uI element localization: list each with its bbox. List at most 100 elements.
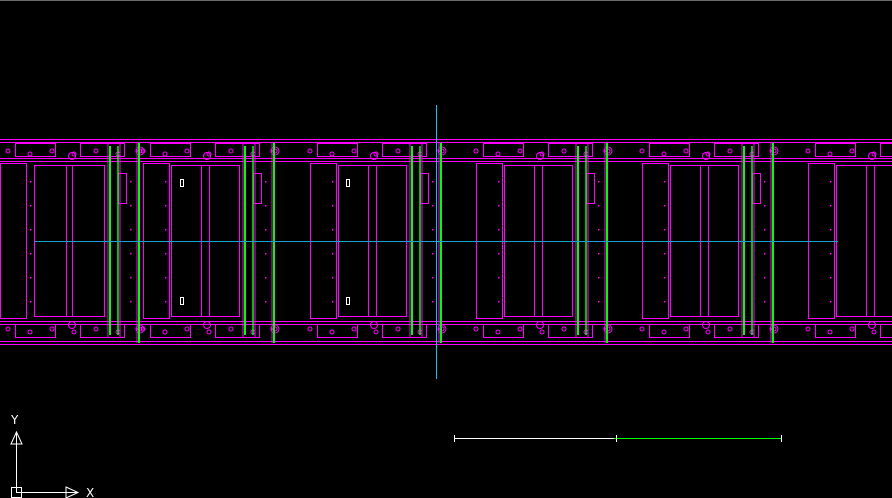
- bolt-hole: [518, 149, 522, 153]
- rivet-mark: [664, 301, 666, 303]
- cover-plate: [881, 144, 892, 157]
- rivet-mark: [598, 229, 600, 231]
- bay-4: [474, 143, 612, 343]
- rivet-mark: [764, 205, 766, 207]
- bolt-hole: [728, 327, 732, 331]
- rivet-mark: [432, 253, 434, 255]
- rivet-mark: [598, 253, 600, 255]
- rivet-mark: [265, 181, 267, 183]
- bolt-hole: [6, 327, 10, 331]
- bolt-hole: [828, 152, 832, 156]
- rivet-mark: [265, 205, 267, 207]
- cover-plate: [16, 325, 56, 338]
- rivet-mark: [598, 181, 600, 183]
- rivet-mark: [498, 277, 500, 279]
- rivet-mark: [498, 229, 500, 231]
- bolt-hole: [94, 149, 98, 153]
- rivet-mark: [498, 301, 500, 303]
- bolt-hole: [474, 327, 478, 331]
- bolt-hole: [308, 327, 312, 331]
- bolt-hole: [28, 330, 32, 334]
- rivet-mark: [30, 205, 32, 207]
- rivet-mark: [30, 301, 32, 303]
- bolt-hole: [207, 330, 211, 334]
- rivet-mark: [830, 181, 832, 183]
- rivet-mark: [764, 301, 766, 303]
- web-opening: [837, 166, 875, 317]
- rivet-mark: [332, 205, 334, 207]
- rivet-mark: [30, 253, 32, 255]
- dimension-line: [454, 435, 782, 442]
- rivet-mark: [764, 181, 766, 183]
- bolt-hole: [396, 327, 400, 331]
- cover-plate: [816, 325, 856, 338]
- rivet-mark: [498, 253, 500, 255]
- rivet-mark: [265, 253, 267, 255]
- bolt-hole: [828, 330, 832, 334]
- bolt-hole: [94, 327, 98, 331]
- rivet-mark: [830, 277, 832, 279]
- bay-2: [141, 143, 279, 343]
- rivet-mark: [432, 301, 434, 303]
- rivet-mark: [432, 277, 434, 279]
- bolt-hole: [540, 330, 544, 334]
- rivet-mark: [664, 229, 666, 231]
- cover-plate: [318, 325, 358, 338]
- rivet-mark: [830, 229, 832, 231]
- rivet-mark: [265, 301, 267, 303]
- rivet-mark: [664, 181, 666, 183]
- rivet-mark: [332, 229, 334, 231]
- ucs-axis-icon: Y X: [10, 413, 94, 498]
- web-opening: [867, 166, 892, 317]
- bolt-hole: [640, 327, 644, 331]
- bolt-hole: [50, 327, 54, 331]
- bolt-hole: [374, 330, 378, 334]
- rivet-mark: [332, 301, 334, 303]
- rivet-mark: [165, 277, 167, 279]
- bolt-hole: [562, 149, 566, 153]
- bolt-hole: [684, 149, 688, 153]
- rivet-mark: [332, 181, 334, 183]
- bolt-hole: [28, 152, 32, 156]
- bolt-hole: [850, 149, 854, 153]
- point-marker: [347, 180, 350, 187]
- cad-drawing-viewport[interactable]: Y X: [0, 0, 892, 497]
- bolt-hole: [330, 330, 334, 334]
- bolt-hole: [185, 327, 189, 331]
- rivet-mark: [130, 205, 132, 207]
- bolt-hole: [706, 330, 710, 334]
- rivet-mark: [165, 301, 167, 303]
- bolt-hole: [185, 149, 189, 153]
- rivet-mark: [332, 253, 334, 255]
- bolt-hole: [229, 327, 233, 331]
- rivet-mark: [830, 205, 832, 207]
- bolt-hole: [662, 330, 666, 334]
- rivet-mark: [130, 301, 132, 303]
- bolt-hole: [496, 330, 500, 334]
- rivet-mark: [432, 205, 434, 207]
- bolt-hole: [496, 152, 500, 156]
- rivet-mark: [432, 229, 434, 231]
- cad-drawing-canvas[interactable]: Y X: [0, 1, 892, 498]
- rivet-mark: [165, 229, 167, 231]
- bay-6: [806, 143, 892, 343]
- rivet-mark: [165, 253, 167, 255]
- bolt-hole: [562, 327, 566, 331]
- rivet-mark: [764, 277, 766, 279]
- cover-plate: [650, 325, 690, 338]
- point-marker: [181, 180, 184, 187]
- rivet-mark: [165, 205, 167, 207]
- bolt-hole: [308, 149, 312, 153]
- cover-plate: [318, 144, 358, 157]
- bolt-hole: [850, 327, 854, 331]
- ucs-x-label: X: [86, 486, 94, 498]
- bolt-hole: [662, 152, 666, 156]
- point-marker: [181, 298, 184, 305]
- bolt-hole: [640, 149, 644, 153]
- bolt-hole: [50, 149, 54, 153]
- point-marker: [347, 298, 350, 305]
- rivet-mark: [664, 205, 666, 207]
- rivet-mark: [130, 253, 132, 255]
- bolt-hole: [518, 327, 522, 331]
- bolt-hole: [474, 149, 478, 153]
